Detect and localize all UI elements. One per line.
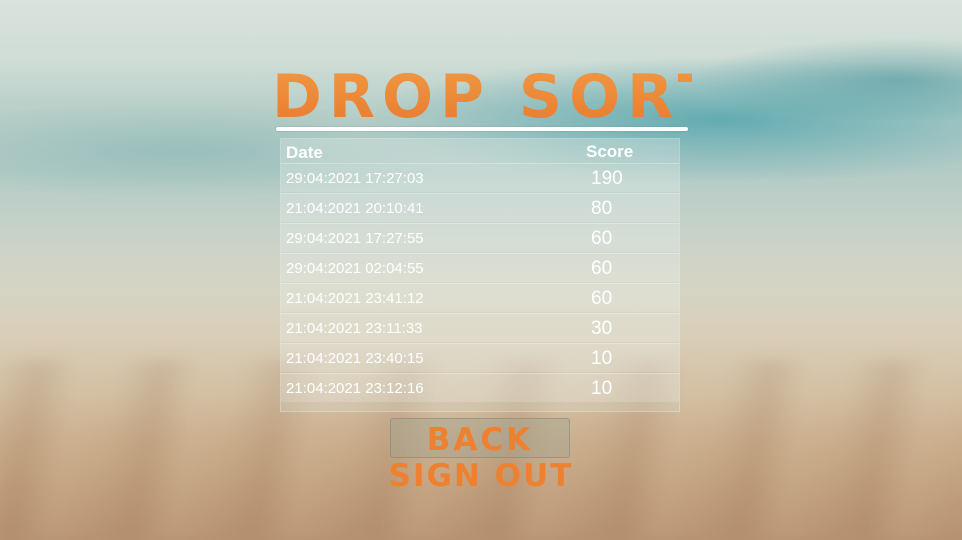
row-date: 21:04:2021 23:41:12	[286, 290, 424, 307]
row-score: 80	[591, 198, 613, 219]
row-date: 29:04:2021 17:27:55	[286, 230, 424, 247]
title-underline	[276, 127, 688, 131]
row-date: 21:04:2021 23:11:33	[286, 320, 423, 337]
sign-out-button[interactable]: SIGN OUT	[382, 456, 580, 496]
score-table: Date Score 29:04:2021 17:27:03 190 21:04…	[280, 138, 680, 412]
row-date: 29:04:2021 17:27:03	[286, 170, 424, 187]
row-score: 60	[591, 258, 613, 279]
date-column-header: Date	[286, 143, 323, 162]
table-row: 21:04:2021 23:41:12 60	[281, 283, 679, 312]
row-date: 29:04:2021 02:04:55	[286, 260, 424, 277]
row-score: 60	[591, 288, 613, 309]
game-title: DROP SORT	[272, 62, 726, 132]
row-score: 10	[591, 348, 613, 369]
back-button[interactable]: BACK	[390, 418, 570, 458]
table-row: 29:04:2021 02:04:55 60	[281, 253, 679, 282]
row-date: 21:04:2021 23:40:15	[286, 350, 424, 367]
table-row: 21:04:2021 23:11:33 30	[281, 313, 679, 342]
row-date: 21:04:2021 23:12:16	[286, 380, 424, 397]
row-score: 60	[591, 228, 613, 249]
row-score: 10	[591, 378, 613, 399]
row-date: 21:04:2021 20:10:41	[286, 200, 424, 217]
score-column-header: Score	[586, 142, 634, 161]
table-row: 29:04:2021 17:27:55 60	[281, 223, 679, 252]
score-table-header: Date Score	[281, 139, 679, 163]
table-row: 21:04:2021 23:40:15 10	[281, 343, 679, 372]
table-row: 21:04:2021 23:12:16 10	[281, 373, 679, 402]
row-score: 30	[591, 318, 613, 339]
table-row: 29:04:2021 17:27:03 190	[281, 163, 679, 192]
row-score: 190	[591, 168, 623, 189]
table-row: 21:04:2021 20:10:41 80	[281, 193, 679, 222]
